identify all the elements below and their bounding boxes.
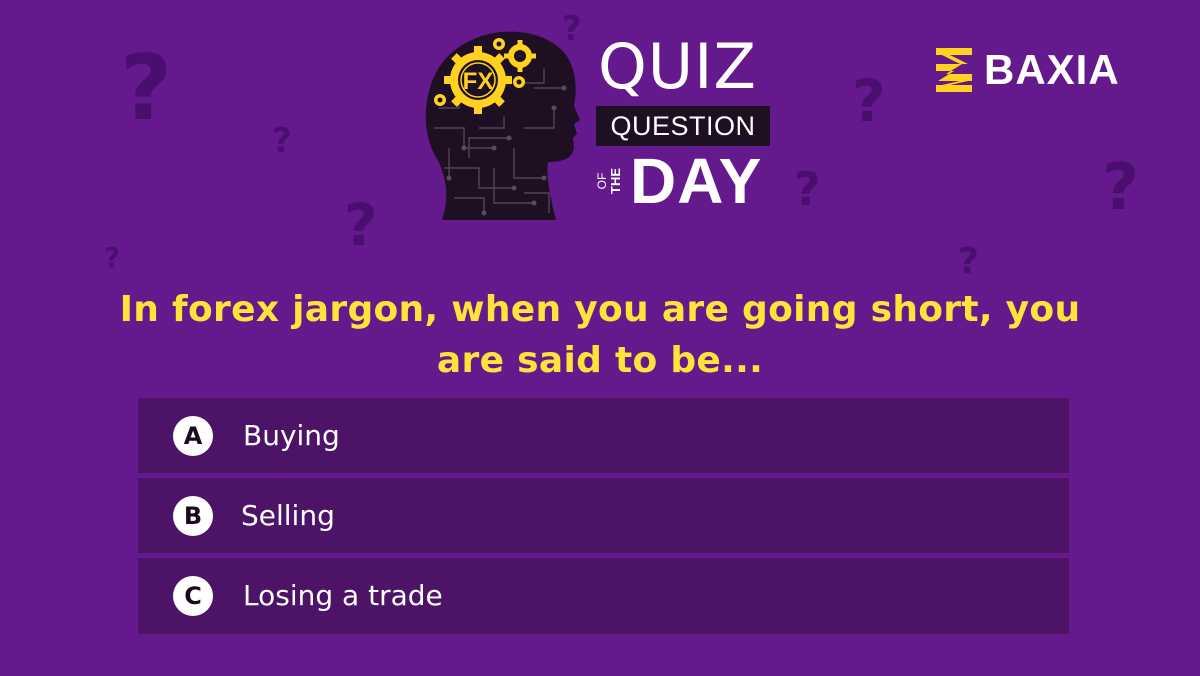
bg-question-mark: ? bbox=[794, 162, 821, 216]
quiz-title: QUIZ QUESTION OF THE DAY bbox=[595, 30, 776, 217]
quiz-question: In forex jargon, when you are going shor… bbox=[119, 289, 1081, 381]
option-label: Selling bbox=[241, 499, 335, 532]
title-the: THE bbox=[608, 168, 623, 194]
fx-badge-label: FX bbox=[463, 68, 494, 95]
answer-option-a[interactable]: A Buying bbox=[138, 398, 1069, 473]
title-quiz: QUIZ bbox=[598, 30, 757, 103]
title-day: DAY bbox=[630, 145, 763, 217]
option-letter-badge: C bbox=[173, 576, 213, 616]
answer-option-c[interactable]: C Losing a trade bbox=[138, 558, 1069, 634]
brand-logo-icon bbox=[936, 48, 972, 92]
option-label: Losing a trade bbox=[243, 579, 443, 612]
title-question: QUESTION bbox=[596, 106, 770, 146]
brand-name: BAXIA bbox=[984, 46, 1120, 93]
head-gears-icon: FX bbox=[424, 28, 584, 224]
bg-question-mark: ? bbox=[272, 121, 292, 161]
option-letter-badge: B bbox=[173, 496, 213, 536]
option-letter-badge: A bbox=[173, 416, 213, 456]
option-label: Buying bbox=[243, 419, 340, 452]
answer-option-b[interactable]: B Selling bbox=[138, 478, 1069, 553]
title-of-the: OF THE bbox=[595, 152, 623, 210]
bg-question-mark: ? bbox=[1102, 151, 1140, 225]
bg-question-mark: ? bbox=[958, 241, 979, 282]
brand: BAXIA bbox=[934, 46, 1154, 94]
bg-question-mark: ? bbox=[120, 36, 173, 141]
bg-question-mark: ? bbox=[344, 191, 378, 259]
bg-question-mark: ? bbox=[852, 67, 886, 135]
bg-question-mark: ? bbox=[104, 241, 121, 274]
